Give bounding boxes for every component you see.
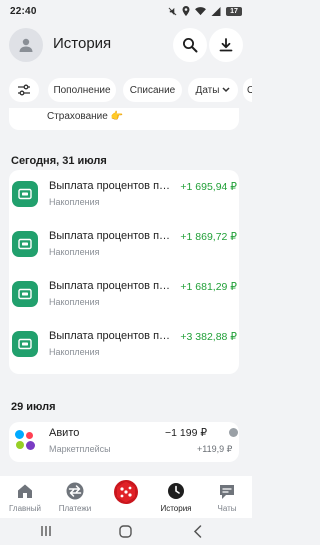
- header: История: [0, 22, 252, 70]
- sliders-icon: [18, 84, 30, 96]
- avatar[interactable]: [9, 28, 43, 62]
- transaction-amount: +1 869,72 ₽: [180, 231, 237, 243]
- savings-icon: [12, 281, 38, 307]
- transaction-title: Авито: [49, 427, 80, 439]
- transaction-amount: +3 382,88 ₽: [180, 331, 237, 343]
- filter-settings-button[interactable]: [9, 78, 39, 102]
- nav-item-home[interactable]: Главный: [0, 480, 50, 513]
- nav-label-payments: Платежи: [58, 504, 92, 513]
- chat-icon: [215, 480, 239, 502]
- filter-chip-dates[interactable]: Даты: [188, 78, 238, 102]
- user-icon: [19, 38, 33, 52]
- search-button[interactable]: [173, 28, 207, 62]
- search-icon: [183, 38, 198, 53]
- page-title: История: [53, 35, 112, 52]
- nav-label-chats: Чаты: [217, 504, 237, 513]
- filter-chip-expense[interactable]: Списание: [123, 78, 182, 102]
- transaction-row[interactable]: Выплата процентов по вкладу Накопления +…: [9, 322, 239, 372]
- transaction-row[interactable]: Выплата процентов по вкладу Накопления +…: [9, 172, 239, 222]
- transaction-category: Маркетплейсы: [49, 444, 111, 454]
- savings-icon: [12, 331, 38, 357]
- section-date-today: Сегодня, 31 июля: [11, 155, 107, 167]
- filter-chip-dates-label: Даты: [195, 84, 220, 96]
- back-icon[interactable]: [193, 525, 202, 538]
- transaction-category: Накопления: [49, 347, 100, 357]
- signal-icon: [211, 6, 221, 16]
- transaction-amount: +1 681,29 ₽: [180, 281, 237, 293]
- chevron-down-icon: [222, 87, 230, 93]
- transaction-amount: +1 695,94 ₽: [180, 181, 237, 193]
- status-icons: 17: [168, 6, 242, 16]
- transaction-row[interactable]: Выплата процентов по вкладу Накопления +…: [9, 272, 239, 322]
- home-circle-icon[interactable]: [119, 525, 132, 538]
- transaction-category: Накопления: [49, 197, 100, 207]
- filter-chip-more[interactable]: О: [243, 78, 252, 102]
- home-icon: [13, 480, 37, 502]
- insurance-promo-card[interactable]: Страхование 👉: [9, 108, 239, 130]
- transaction-title: Выплата процентов по вкладу: [49, 330, 171, 342]
- status-bar: 22:40 17: [0, 0, 252, 22]
- wifi-icon: [195, 6, 206, 15]
- transaction-title: Выплата процентов по вкладу: [49, 280, 171, 292]
- clock-icon: [164, 480, 188, 502]
- nav-item-chats[interactable]: Чаты: [202, 480, 252, 513]
- transaction-category: Накопления: [49, 247, 100, 257]
- status-time: 22:40: [10, 5, 37, 17]
- filter-row: Пополнение Списание Даты О: [0, 78, 252, 102]
- nav-item-history[interactable]: История: [151, 480, 201, 513]
- download-icon: [219, 38, 233, 52]
- nav-label-home: Главный: [9, 504, 41, 513]
- savings-icon: [12, 231, 38, 257]
- transaction-amount: −1 199 ₽: [165, 427, 208, 439]
- savings-icon: [12, 181, 38, 207]
- recent-apps-icon[interactable]: [40, 525, 52, 537]
- nav-item-payments[interactable]: Платежи: [50, 480, 100, 513]
- nav-item-promo[interactable]: [101, 478, 151, 508]
- download-button[interactable]: [209, 28, 243, 62]
- cashback-coin-icon: [229, 428, 238, 437]
- transfer-arrows-icon: [63, 480, 87, 502]
- insurance-promo-text: Страхование 👉: [47, 111, 124, 122]
- transaction-row[interactable]: Выплата процентов по вкладу Накопления +…: [9, 222, 239, 272]
- avito-logo-icon: [12, 427, 38, 453]
- battery-level: 17: [226, 6, 242, 16]
- dice-icon: [112, 478, 140, 506]
- transaction-title: Выплата процентов по вкладу: [49, 180, 171, 192]
- location-icon: [182, 6, 190, 16]
- transaction-category: Накопления: [49, 297, 100, 307]
- transactions-card-today: Выплата процентов по вкладу Накопления +…: [9, 170, 239, 374]
- filter-chip-income[interactable]: Пополнение: [48, 78, 116, 102]
- mute-icon: [168, 7, 177, 15]
- bottom-nav: Главный Платежи История Чаты: [0, 476, 252, 518]
- transaction-row-avito[interactable]: Авито Маркетплейсы −1 199 ₽ +119,9 ₽: [9, 422, 239, 462]
- nav-label-history: История: [160, 504, 192, 513]
- system-nav-bar: [0, 518, 252, 545]
- transaction-title: Выплата процентов по вкладу: [49, 230, 171, 242]
- section-date-july-29: 29 июля: [11, 401, 56, 413]
- transaction-cashback: +119,9 ₽: [197, 444, 233, 454]
